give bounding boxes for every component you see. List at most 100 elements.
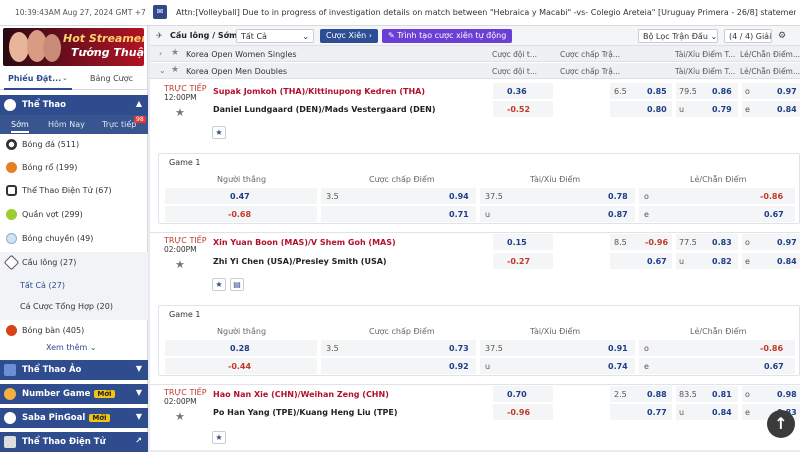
shuttlecock-icon: ✈ xyxy=(156,31,163,40)
odds-cell[interactable]: 79.5 0.86 xyxy=(676,83,738,99)
odds-cell[interactable]: 6.5 0.85 xyxy=(610,83,672,99)
odds-cell[interactable]: e 0.84 xyxy=(742,101,800,117)
new-badge: Mới xyxy=(94,390,115,398)
external-link-icon: ↗ xyxy=(135,436,142,445)
odds-cell[interactable]: 2.5 0.88 xyxy=(610,386,672,402)
odds-cell[interactable]: 0.71 xyxy=(321,206,476,222)
esports-header[interactable]: Thể Thao Điện Tử ↗ xyxy=(0,432,148,452)
odds-cell[interactable]: u 0.84 xyxy=(676,404,738,420)
favorite-star-button[interactable]: ★ xyxy=(212,278,226,291)
odds-cell[interactable]: 0.70 xyxy=(493,386,553,402)
match-filter-select[interactable]: Bộ Lọc Trận Đấu ⌄ xyxy=(638,29,718,43)
odds-cell[interactable]: e 0.67 xyxy=(639,358,795,374)
sport-item-badminton[interactable]: Cầu lông (27) xyxy=(0,252,148,274)
odds-cell[interactable]: o 0.97 xyxy=(742,234,800,250)
odds-cell[interactable]: 0.67 xyxy=(610,253,672,269)
odds-cell[interactable]: 83.5 0.81 xyxy=(676,386,738,402)
odds-cell[interactable]: 0.36 xyxy=(493,83,553,99)
tab-today[interactable]: Hôm Nay xyxy=(48,120,85,129)
tab-early[interactable]: Sớm xyxy=(11,120,29,133)
settings-icon[interactable]: ⚙ xyxy=(778,31,786,41)
odds-cell[interactable]: -0.68 xyxy=(165,206,317,222)
market-select[interactable]: Tất Cả ⌄ xyxy=(236,29,314,43)
parlay-button[interactable]: Cược Xiên › xyxy=(320,29,378,43)
announcement-ticker[interactable]: Attn:[Volleyball] Due to in progress of … xyxy=(176,8,796,17)
stats-icon[interactable]: ▤ xyxy=(230,278,244,291)
chevron-down-icon: ▼ xyxy=(135,364,142,373)
odds-cell[interactable]: -0.27 xyxy=(493,253,553,269)
sport-item-volleyball[interactable]: Bóng chuyền (49) xyxy=(0,228,148,250)
odds-cell[interactable]: u 0.79 xyxy=(676,101,738,117)
sports-header[interactable]: Thể Thao ▲ xyxy=(0,95,148,115)
game-title: Game 1 xyxy=(169,158,201,167)
sport-label: Cầu lông (27) xyxy=(22,258,77,267)
sport-item-tennis[interactable]: Quần vợt (299) xyxy=(0,204,148,226)
match-time: 12:00PM xyxy=(164,93,197,102)
league-count-select[interactable]: (4 / 4) Giải xyxy=(724,29,772,43)
odds-cell[interactable]: -0.44 xyxy=(165,358,317,374)
favorite-star-icon[interactable]: ★ xyxy=(171,65,179,75)
sport-item-esports[interactable]: Thể Thao Điện Tử (67) xyxy=(0,180,148,202)
odds-cell[interactable]: 3.5 0.73 xyxy=(321,340,476,356)
odds-cell[interactable]: 77.5 0.83 xyxy=(676,234,738,250)
virtual-sports-header[interactable]: Thể Thao Ảo ▼ xyxy=(0,360,148,380)
scroll-to-top-button[interactable]: ↑ xyxy=(767,410,795,438)
odds-cell[interactable]: 37.5 0.91 xyxy=(480,340,635,356)
league-row[interactable]: › ★ Korea Open Women Singles Cược đội t.… xyxy=(150,46,800,62)
tab-bet-list[interactable]: Bảng Cược xyxy=(90,74,133,83)
odds-cell[interactable]: 0.28 xyxy=(165,340,317,356)
odds-cell[interactable]: 0.92 xyxy=(321,358,476,374)
odds-cell[interactable]: 3.5 0.94 xyxy=(321,188,476,204)
odds-cell[interactable]: 0.47 xyxy=(165,188,317,204)
sport-label: Bóng rổ (199) xyxy=(22,163,78,172)
odds-cell[interactable]: 0.77 xyxy=(610,404,672,420)
odds-cell[interactable]: -0.52 xyxy=(493,101,553,117)
odds-cell[interactable]: 37.5 0.78 xyxy=(480,188,635,204)
favorite-star-icon[interactable]: ★ xyxy=(175,258,185,271)
odds-cell[interactable]: o 0.97 xyxy=(742,83,800,99)
chevron-down-icon: ⌄ xyxy=(159,66,166,75)
game-title: Game 1 xyxy=(169,310,201,319)
period-tabs: Sớm Hôm Nay Trực tiếp 98 xyxy=(0,115,148,134)
odds-cell[interactable]: e 0.67 xyxy=(639,206,795,222)
sport-item-basketball[interactable]: Bóng rổ (199) xyxy=(0,157,148,179)
league-row[interactable]: ⌄ ★ Korea Open Men Doubles Cược đội t...… xyxy=(150,63,800,79)
odds-cell[interactable]: o -0.86 xyxy=(639,188,795,204)
sport-item-table-tennis[interactable]: Bóng bàn (405) xyxy=(0,320,148,342)
favorite-star-icon[interactable]: ★ xyxy=(171,48,179,58)
tab-bet-slip[interactable]: Phiếu Đặt... xyxy=(8,74,61,83)
promo-banner[interactable]: Hot Streamer Tướng Thuật xyxy=(3,28,144,66)
tab-live[interactable]: Trực tiếp xyxy=(102,120,136,129)
odds-cell[interactable]: o 0.98 xyxy=(742,386,800,402)
virtual-sports-icon xyxy=(4,364,16,376)
odds-cell[interactable]: 0.80 xyxy=(610,101,672,117)
game-col-header: Tài/Xỉu Điểm xyxy=(530,175,581,184)
number-game-label: Number Game Mới xyxy=(22,389,115,399)
chevron-down-icon[interactable]: ⌄ xyxy=(62,74,68,82)
odds-cell[interactable]: e 0.84 xyxy=(742,253,800,269)
volleyball-icon xyxy=(6,233,17,244)
odds-cell[interactable]: u 0.82 xyxy=(676,253,738,269)
table-tennis-icon xyxy=(6,325,17,336)
odds-cell[interactable]: o -0.86 xyxy=(639,340,795,356)
auto-parlay-button[interactable]: ✎ Trình tạo cược xiên tự động xyxy=(382,29,513,43)
odds-cell[interactable]: u 0.87 xyxy=(480,206,635,222)
announcement-icon[interactable]: ✉ xyxy=(153,5,167,19)
sport-item-soccer[interactable]: Bóng đá (511) xyxy=(0,134,148,156)
odds-cell[interactable]: -0.96 xyxy=(493,404,553,420)
show-more-link[interactable]: Xem thêm ⌄ xyxy=(46,343,97,352)
match-time: 02:00PM xyxy=(164,245,197,254)
number-game-header[interactable]: Number Game Mới ▼ xyxy=(0,384,148,404)
odds-cell[interactable]: u 0.74 xyxy=(480,358,635,374)
favorite-star-icon[interactable]: ★ xyxy=(175,106,185,119)
league-name: Korea Open Women Singles xyxy=(186,50,297,59)
submenu-outright[interactable]: Cá Cược Tổng Hợp (20) xyxy=(20,302,113,311)
odds-cell[interactable]: 8.5 -0.96 xyxy=(610,234,672,250)
favorite-star-icon[interactable]: ★ xyxy=(175,410,185,423)
game-col-header: Lẻ/Chẵn Điểm xyxy=(690,327,747,336)
submenu-all[interactable]: Tất Cả (27) xyxy=(20,281,65,290)
odds-cell[interactable]: 0.15 xyxy=(493,234,553,250)
favorite-star-button[interactable]: ★ xyxy=(212,431,226,444)
pingoal-header[interactable]: Saba PinGoal Mới ▼ xyxy=(0,408,148,428)
favorite-star-button[interactable]: ★ xyxy=(212,126,226,139)
